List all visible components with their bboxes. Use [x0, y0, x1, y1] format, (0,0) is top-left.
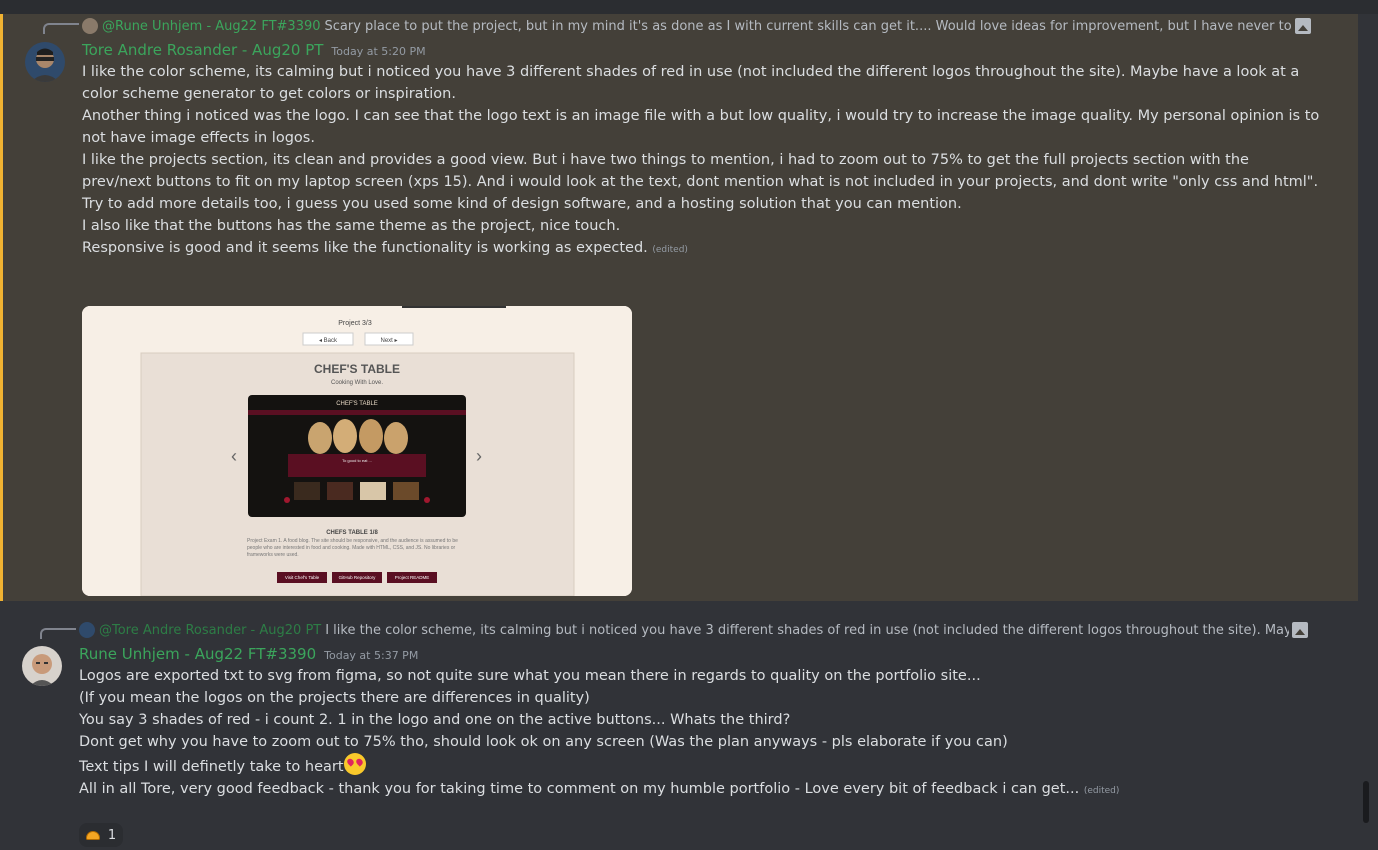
message-body: I like the color scheme, its calming but…: [82, 61, 1322, 261]
reaction-taco[interactable]: 1: [79, 823, 123, 847]
message-line: Another thing i noticed was the logo. I …: [82, 108, 1324, 146]
reply-preview[interactable]: @Tore Andre Rosander - Aug20 PT I like t…: [79, 620, 1289, 640]
image-icon: [1295, 18, 1311, 34]
project-title: CHEF'S TABLE: [314, 362, 400, 376]
message-line: Responsive is good and it seems like the…: [82, 240, 688, 256]
reply-avatar: [79, 622, 95, 638]
message-header: Rune Unhjem - Aug22 FT#3390 Today at 5:3…: [79, 645, 418, 663]
project-caption: CHEFS TABLE 1/8: [326, 530, 378, 536]
taco-icon: [85, 830, 100, 840]
avatar[interactable]: [25, 42, 65, 82]
inner-logo: CHEF'S TABLE: [336, 401, 378, 407]
reply-text[interactable]: Scary place to put the project, but in m…: [325, 19, 1292, 34]
reply-text[interactable]: I like the color scheme, its calming but…: [325, 623, 1289, 638]
message-line: You say 3 shades of red - i count 2. 1 i…: [79, 712, 791, 728]
message-line: I like the color scheme, its calming but…: [82, 64, 1304, 102]
message-body: Logos are exported txt to svg from figma…: [79, 665, 1319, 802]
top-bar: [0, 0, 1378, 14]
reply-preview[interactable]: @Rune Unhjem - Aug22 FT#3390 Scary place…: [82, 16, 1292, 36]
edited-tag: (edited): [1083, 786, 1120, 796]
project-counter: Project 3/3: [338, 320, 372, 327]
carousel-next-icon[interactable]: ›: [476, 446, 482, 466]
message-line: Dont get why you have to zoom out to 75%…: [79, 734, 1008, 750]
project-description: Project Exam 1. A food blog. The site sh…: [247, 538, 458, 558]
username[interactable]: Rune Unhjem - Aug22 FT#3390: [79, 645, 316, 663]
message-line: I also like that the buttons has the sam…: [82, 218, 621, 234]
reply-avatar: [82, 18, 98, 34]
visit-label: Visit Chef's Table: [285, 575, 320, 580]
next-label: Next ▸: [380, 338, 397, 344]
scrollbar-thumb[interactable]: [1363, 781, 1369, 823]
avatar[interactable]: [22, 646, 62, 686]
heart-eyes-emoji-icon: [343, 753, 366, 775]
image-attachment[interactable]: Project 3/3 ◂ Back Next ▸ CHEF'S TABLE C…: [82, 306, 632, 596]
edited-tag: (edited): [652, 245, 688, 255]
timestamp[interactable]: Today at 5:20 PM: [331, 45, 425, 58]
message-line: I like the projects section, its clean a…: [82, 152, 1323, 212]
image-icon: [1292, 622, 1308, 638]
reply-author[interactable]: @Tore Andre Rosander - Aug20 PT: [99, 623, 321, 638]
username[interactable]: Tore Andre Rosander - Aug20 PT: [82, 41, 323, 59]
message-rune: @Tore Andre Rosander - Aug20 PT I like t…: [0, 601, 1358, 850]
message-line: All in all Tore, very good feedback - th…: [79, 781, 1120, 797]
message-line: (If you mean the logos on the projects t…: [79, 690, 590, 706]
project-subtitle: Cooking With Love.: [331, 380, 383, 386]
message-line: Logos are exported txt to svg from figma…: [79, 668, 981, 684]
reply-spine: [43, 23, 79, 34]
back-label: ◂ Back: [319, 338, 338, 344]
reply-author[interactable]: @Rune Unhjem - Aug22 FT#3390: [102, 19, 321, 34]
message-tore: @Rune Unhjem - Aug22 FT#3390 Scary place…: [0, 14, 1358, 601]
reaction-count: 1: [107, 827, 117, 843]
message-header: Tore Andre Rosander - Aug20 PT Today at …: [82, 41, 426, 59]
reply-spine: [40, 628, 76, 639]
readme-label: Project README: [395, 575, 430, 580]
github-label: GitHub Repository: [339, 575, 377, 580]
inner-hero-text: To good to eat ...: [342, 458, 372, 463]
carousel-prev-icon[interactable]: ‹: [231, 446, 237, 466]
timestamp[interactable]: Today at 5:37 PM: [324, 649, 418, 662]
message-line: Text tips I will definetly take to heart: [79, 753, 1319, 778]
